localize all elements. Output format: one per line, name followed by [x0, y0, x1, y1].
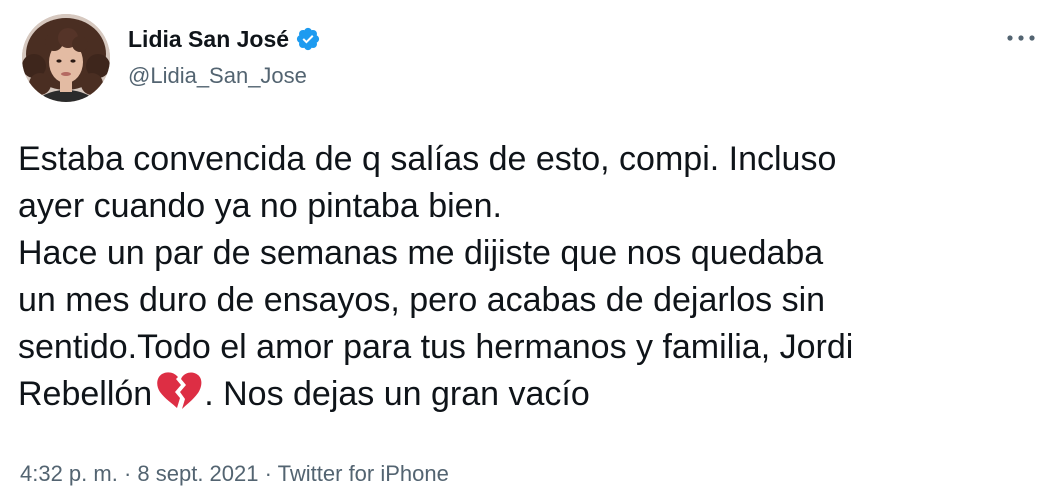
- avatar[interactable]: [22, 14, 110, 102]
- meta-separator: ·: [258, 461, 278, 486]
- avatar-photo: [22, 14, 110, 102]
- more-options-button[interactable]: [1004, 26, 1038, 50]
- tweet-text-line: ayer cuando ya no pintaba bien.: [18, 187, 502, 225]
- tweet-timestamp-link[interactable]: 4:32 p. m. · 8 sept. 2021: [20, 461, 259, 486]
- tweet-metadata: 4:32 p. m. · 8 sept. 2021 · Twitter for …: [20, 460, 449, 488]
- tweet-text-ending: . Nos dejas un gran vacío: [204, 375, 590, 413]
- tweet-date: 8 sept. 2021: [137, 461, 259, 486]
- tweet-text: Estaba convencida de q salías de esto, c…: [18, 136, 1038, 418]
- author-handle[interactable]: @Lidia_San_Jose: [128, 62, 307, 90]
- more-horizontal-icon: [1007, 35, 1035, 41]
- display-name[interactable]: Lidia San José: [128, 24, 289, 54]
- broken-heart-icon: [156, 371, 202, 411]
- tweet-source-link[interactable]: Twitter for iPhone: [278, 461, 449, 486]
- tweet-card: Lidia San José @Lidia_San_Jose Estaba co…: [0, 0, 1060, 504]
- meta-separator: ·: [117, 461, 138, 486]
- verified-badge-icon: [295, 26, 321, 52]
- author-name-row[interactable]: Lidia San José: [128, 22, 321, 56]
- tweet-text-line: sentido.Todo el amor para tus hermanos y…: [18, 328, 854, 366]
- tweet-text-line: un mes duro de ensayos, pero acabas de d…: [18, 281, 826, 319]
- tweet-time: 4:32 p. m.: [20, 461, 118, 486]
- tweet-text-last-line: Rebellón . Nos dejas un gran vacío: [18, 371, 1038, 418]
- tweet-text-line: Estaba convencida de q salías de esto, c…: [18, 140, 837, 178]
- tweet-text-line: Hace un par de semanas me dijiste que no…: [18, 234, 824, 272]
- tweet-mention-text: Rebellón: [18, 375, 153, 413]
